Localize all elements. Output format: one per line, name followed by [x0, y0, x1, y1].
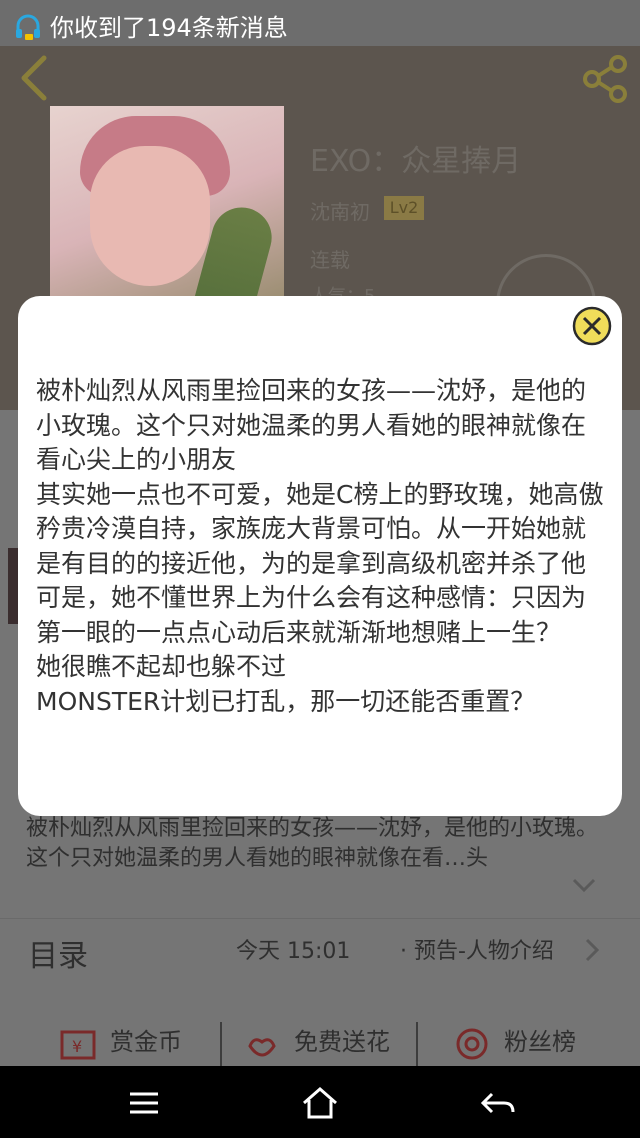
action-bar: ¥ 赏金币 免费送花 粉丝榜	[0, 1010, 640, 1066]
synopsis-dialog: 被朴灿烈从风雨里捡回来的女孩——沈妤，是他的小玫瑰。这个只对她温柔的男人看她的眼…	[18, 296, 622, 816]
divider	[416, 1022, 418, 1066]
cover-face	[90, 146, 210, 286]
home-icon[interactable]	[300, 1086, 340, 1120]
synopsis-text: 被朴灿烈从风雨里捡回来的女孩——沈妤，是他的小玫瑰。这个只对她温柔的男人看她的眼…	[26, 816, 599, 871]
notification-text: 你收到了194条新消息	[50, 14, 288, 42]
toc-label: 目录	[28, 939, 88, 974]
close-icon[interactable]	[572, 306, 612, 346]
serial-status: 连载	[310, 248, 350, 272]
headset-icon	[16, 14, 40, 40]
reward-coins-button[interactable]: 赏金币	[110, 1022, 182, 1057]
coin-ticket-icon: ¥	[60, 1030, 96, 1060]
system-nav-bar	[0, 1066, 640, 1138]
back-icon[interactable]	[478, 1086, 518, 1120]
dialog-content-text: 被朴灿烈从风雨里捡回来的女孩——沈妤，是他的小玫瑰。这个只对她温柔的男人看她的眼…	[36, 376, 604, 716]
chevron-right-icon	[585, 938, 600, 962]
status-bar: 你收到了194条新消息	[0, 0, 640, 46]
share-icon[interactable]	[580, 54, 630, 104]
author-name[interactable]: 沈南初	[310, 196, 370, 225]
toc-latest-chapter: · 预告-人物介绍	[400, 939, 554, 964]
svg-text:¥: ¥	[72, 1037, 82, 1056]
level-badge: Lv2	[384, 196, 424, 220]
fans-ranking-button[interactable]: 粉丝榜	[504, 1022, 576, 1057]
ranking-icon	[456, 1028, 488, 1060]
flower-icon	[248, 1038, 276, 1057]
back-arrow-icon[interactable]	[16, 54, 52, 102]
divider	[220, 1022, 222, 1066]
toc-update-time: 今天 15:01	[236, 939, 351, 964]
table-of-contents-row[interactable]: 目录 今天 15:01 · 预告-人物介绍	[0, 918, 640, 982]
book-title: EXO：众星捧月	[310, 144, 522, 179]
menu-icon[interactable]	[124, 1086, 164, 1120]
chevron-down-icon[interactable]	[570, 876, 598, 896]
free-flower-button[interactable]: 免费送花	[294, 1022, 390, 1057]
